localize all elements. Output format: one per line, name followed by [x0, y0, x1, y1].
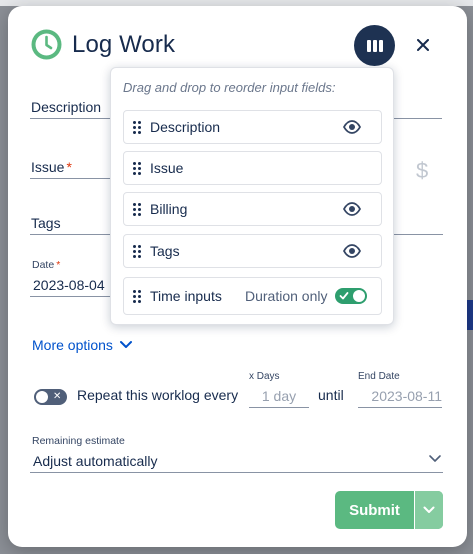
issue-label: Issue *	[31, 159, 72, 175]
field-layout-button[interactable]	[354, 25, 395, 66]
clock-icon	[30, 28, 63, 61]
drag-handle-icon[interactable]	[133, 244, 141, 258]
field-row-label: Billing	[150, 201, 188, 217]
until-label: until	[318, 387, 344, 403]
required-marker: *	[66, 159, 72, 175]
columns-icon	[366, 39, 383, 52]
background-panel-right	[467, 300, 473, 330]
date-input[interactable]: 2023-08-04	[33, 277, 105, 293]
chevron-down-icon	[423, 506, 435, 513]
end-date-input[interactable]: 2023-08-11	[358, 386, 442, 408]
issue-field[interactable]	[30, 178, 110, 179]
modal-header: Log Work	[30, 28, 175, 61]
toggle-knob	[36, 391, 48, 403]
days-input[interactable]: 1 day	[249, 386, 309, 408]
popover-hint: Drag and drop to reorder input fields:	[123, 80, 336, 95]
duration-only-label: Duration only	[245, 288, 328, 304]
field-row-label: Description	[150, 119, 221, 135]
drag-handle-icon[interactable]	[133, 202, 141, 216]
drag-handle-icon[interactable]	[133, 120, 141, 134]
repeat-label: Repeat this worklog every	[77, 387, 239, 403]
duration-only-toggle[interactable]	[335, 288, 367, 304]
date-label-text: Date	[32, 259, 55, 271]
close-icon	[417, 39, 429, 51]
eye-icon[interactable]	[343, 202, 361, 216]
drag-handle-icon[interactable]	[133, 161, 141, 175]
x-days-label: x Days	[249, 371, 280, 382]
description-label: Description	[31, 99, 102, 115]
repeat-toggle[interactable]: ✕	[34, 389, 67, 405]
check-icon	[339, 292, 349, 300]
field-row-tags[interactable]: Tags	[123, 234, 382, 268]
drag-handle-icon[interactable]	[133, 289, 141, 303]
close-button[interactable]	[412, 34, 434, 56]
required-marker: *	[56, 259, 61, 271]
field-row-description[interactable]: Description	[123, 110, 382, 144]
toggle-off-icon: ✕	[53, 391, 62, 402]
field-row-label: Issue	[150, 160, 184, 176]
field-row-billing[interactable]: Billing	[123, 192, 382, 226]
field-row-issue[interactable]: Issue	[123, 151, 382, 185]
tags-label: Tags	[31, 215, 61, 231]
field-order-popover: Drag and drop to reorder input fields: D…	[110, 67, 394, 325]
remaining-estimate-label: Remaining estimate	[32, 435, 125, 447]
field-row-time-inputs[interactable]: Time inputs Duration only	[123, 277, 382, 315]
more-options-link[interactable]: More options	[32, 337, 133, 353]
chevron-down-icon	[119, 341, 132, 348]
field-row-label: Time inputs	[150, 288, 222, 304]
remaining-estimate-underline	[30, 472, 443, 473]
eye-icon[interactable]	[343, 120, 361, 134]
submit-label: Submit	[349, 501, 400, 519]
submit-button[interactable]: Submit	[335, 491, 443, 529]
chevron-down-icon[interactable]	[428, 454, 442, 464]
eye-icon[interactable]	[343, 244, 361, 258]
more-options-label: More options	[32, 337, 113, 353]
field-row-label: Tags	[150, 243, 180, 259]
remaining-estimate-select[interactable]: Adjust automatically	[33, 453, 158, 469]
modal-title: Log Work	[72, 30, 176, 58]
billing-dollar-icon[interactable]: $	[416, 158, 428, 184]
end-date-label: End Date	[358, 371, 400, 382]
date-underline	[30, 296, 110, 297]
toggle-knob	[353, 290, 365, 302]
date-label: Date *	[32, 259, 60, 271]
issue-label-text: Issue	[31, 159, 65, 175]
submit-dropdown-button[interactable]	[414, 491, 443, 529]
